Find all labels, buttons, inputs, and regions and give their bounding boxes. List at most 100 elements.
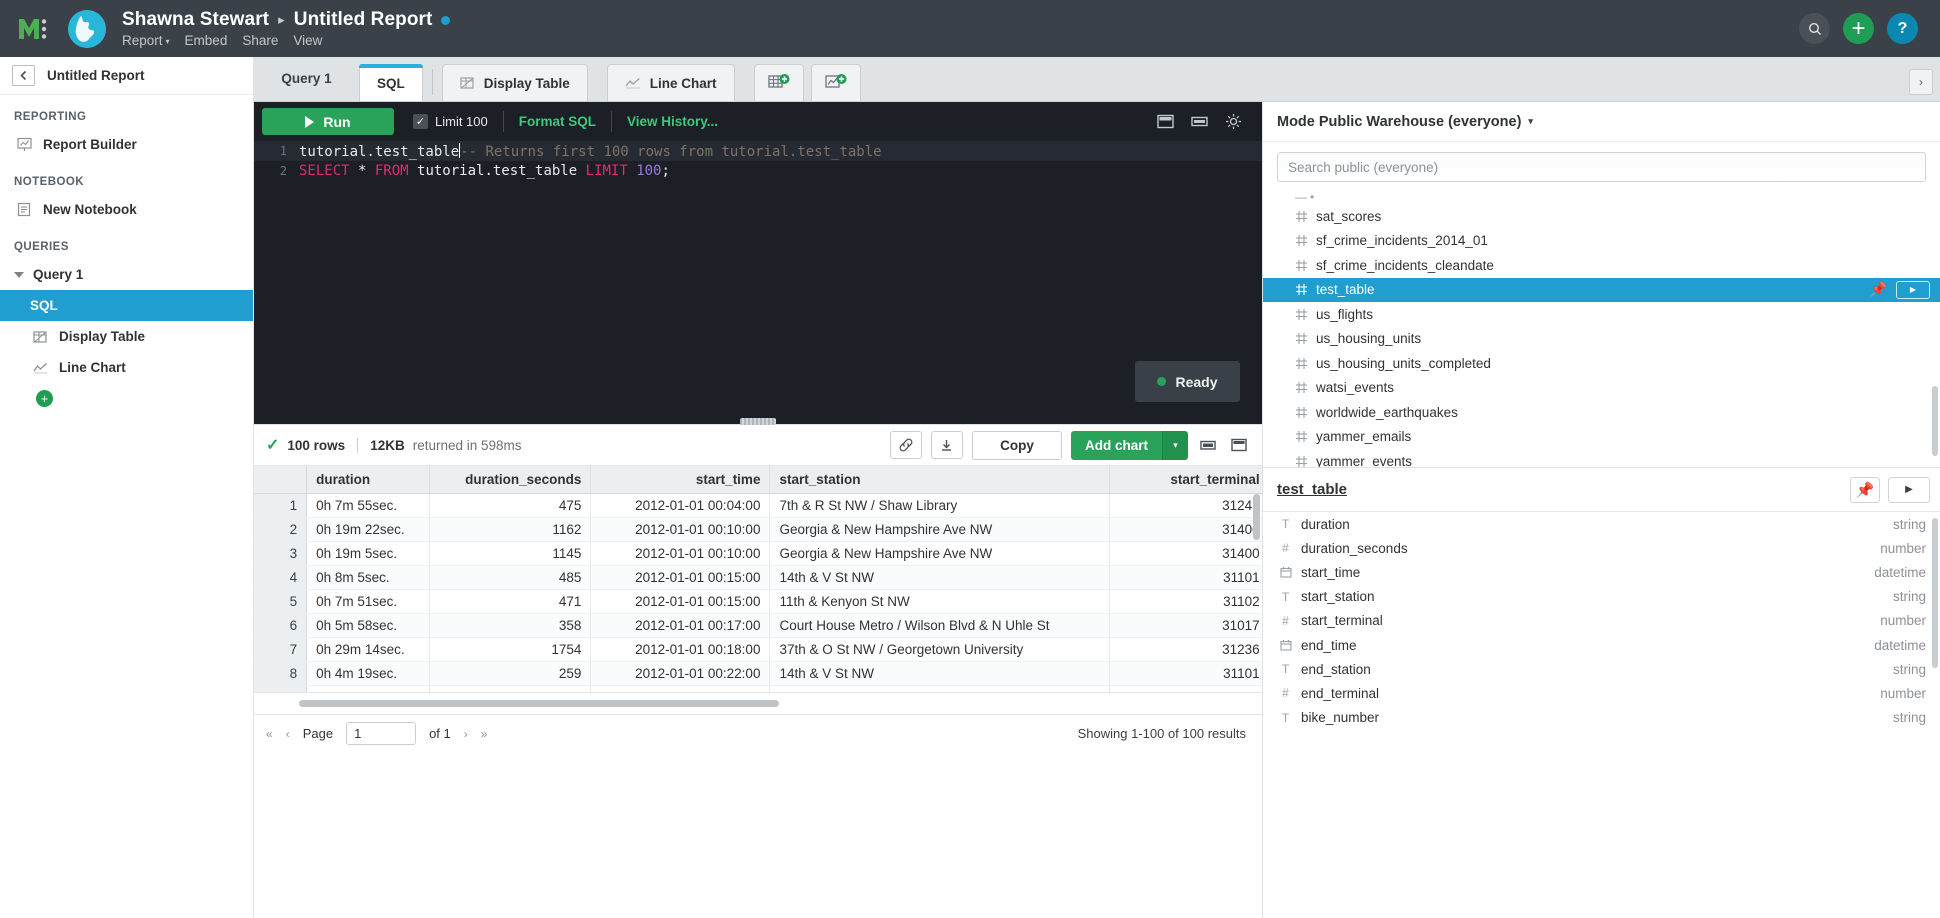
add-chart-button[interactable]: Add chart bbox=[1070, 430, 1162, 460]
tab-sql[interactable]: SQL bbox=[359, 64, 423, 101]
table-row[interactable] bbox=[254, 685, 1262, 692]
chevron-down-icon[interactable]: ▾ bbox=[1162, 430, 1188, 460]
table-row[interactable]: 2 0h 19m 22sec. 1162 2012-01-01 00:10:00… bbox=[254, 517, 1262, 542]
pin-icon[interactable]: 📌 bbox=[1870, 281, 1887, 298]
schema-table-name[interactable]: test_table bbox=[1277, 481, 1347, 498]
tab-display-table[interactable]: Display Table bbox=[441, 64, 588, 101]
sidebar-item-report-builder[interactable]: Report Builder bbox=[0, 129, 253, 160]
schema-scrollbar[interactable] bbox=[1932, 518, 1938, 668]
column-header-start-terminal[interactable]: start_terminal bbox=[1109, 466, 1262, 494]
table-horizontal-scrollbar[interactable] bbox=[299, 700, 779, 707]
table-list-item[interactable]: us_housing_units_completed bbox=[1263, 351, 1940, 376]
schema-column-row[interactable]: # duration_seconds number bbox=[1263, 536, 1940, 560]
table-list-item[interactable]: sf_crime_incidents_cleandate bbox=[1263, 253, 1940, 278]
schema-column-row[interactable]: # start_terminal number bbox=[1263, 609, 1940, 633]
table-list-item[interactable]: yammer_emails bbox=[1263, 425, 1940, 450]
help-icon[interactable]: ? bbox=[1887, 13, 1918, 44]
limit-label: Limit 100 bbox=[435, 114, 488, 129]
next-page-button[interactable]: › bbox=[464, 727, 468, 741]
last-page-button[interactable]: » bbox=[481, 727, 488, 741]
table-list-item[interactable]: us_housing_units bbox=[1263, 327, 1940, 352]
schema-column-row[interactable]: end_time datetime bbox=[1263, 633, 1940, 657]
table-list-item[interactable]: yammer_events bbox=[1263, 449, 1940, 467]
menu-report[interactable]: Report ▾ bbox=[122, 33, 170, 48]
sidebar-query-1[interactable]: Query 1 bbox=[0, 259, 253, 290]
schema-column-row[interactable]: T duration string bbox=[1263, 512, 1940, 536]
number-icon: # bbox=[1282, 541, 1289, 556]
search-icon[interactable] bbox=[1799, 13, 1830, 44]
column-header-start-station[interactable]: start_station bbox=[769, 466, 1110, 494]
page-title[interactable]: Untitled Report bbox=[294, 9, 433, 31]
menu-share[interactable]: Share bbox=[242, 33, 278, 48]
cell-duration: 0h 19m 5sec. bbox=[306, 541, 431, 566]
cell-duration-seconds: 1754 bbox=[429, 637, 592, 662]
menu-embed[interactable]: Embed bbox=[185, 33, 228, 48]
pin-icon[interactable]: 📌 bbox=[1850, 476, 1880, 503]
view-history-button[interactable]: View History... bbox=[627, 114, 718, 129]
sidebar-item-display-table[interactable]: Display Table bbox=[0, 321, 253, 352]
run-button[interactable]: Run bbox=[262, 108, 394, 135]
play-icon[interactable]: ▶ bbox=[1896, 280, 1930, 299]
table-row[interactable]: 8 0h 4m 19sec. 259 2012-01-01 00:22:00 1… bbox=[254, 661, 1262, 686]
table-row[interactable]: 5 0h 7m 51sec. 471 2012-01-01 00:15:00 1… bbox=[254, 589, 1262, 614]
table-row[interactable]: 4 0h 8m 5sec. 485 2012-01-01 00:15:00 14… bbox=[254, 565, 1262, 590]
table-list-item[interactable]: sat_scores bbox=[1263, 204, 1940, 229]
table-row[interactable]: 6 0h 5m 58sec. 358 2012-01-01 00:17:00 C… bbox=[254, 613, 1262, 638]
first-page-button[interactable]: « bbox=[266, 727, 273, 741]
gear-icon[interactable] bbox=[1225, 113, 1242, 130]
download-icon[interactable] bbox=[930, 431, 963, 459]
schema-column-row[interactable]: T start_station string bbox=[1263, 585, 1940, 609]
column-header-start-time[interactable]: start_time bbox=[590, 466, 771, 494]
table-row[interactable]: 1 0h 7m 55sec. 475 2012-01-01 00:04:00 7… bbox=[254, 493, 1262, 518]
schema-column-row[interactable]: T bike_number string bbox=[1263, 706, 1940, 730]
table-row[interactable]: 7 0h 29m 14sec. 1754 2012-01-01 00:18:00… bbox=[254, 637, 1262, 662]
table-list-item[interactable]: sf_crime_incidents_2014_01 bbox=[1263, 229, 1940, 254]
maximize-icon[interactable] bbox=[1228, 438, 1250, 452]
limit-checkbox[interactable]: ✓ Limit 100 bbox=[413, 114, 488, 129]
column-header-duration-seconds[interactable]: duration_seconds bbox=[429, 466, 592, 494]
add-chart-button[interactable] bbox=[810, 64, 861, 101]
panel-bottom-icon[interactable] bbox=[1191, 114, 1208, 129]
number-icon: # bbox=[1282, 686, 1289, 701]
page-input[interactable]: 1 bbox=[346, 722, 417, 745]
sidebar-item-sql[interactable]: SQL bbox=[0, 290, 253, 321]
add-table-button[interactable] bbox=[753, 64, 804, 101]
owner-name[interactable]: Shawna Stewart bbox=[122, 9, 269, 31]
tab-line-chart[interactable]: Line Chart bbox=[606, 64, 735, 101]
schema-column-row[interactable]: T end_station string bbox=[1263, 657, 1940, 681]
menu-view[interactable]: View bbox=[293, 33, 322, 48]
column-name: duration_seconds bbox=[1301, 540, 1408, 556]
tab-query-1[interactable]: Query 1 bbox=[254, 56, 359, 101]
prev-page-button[interactable]: ‹ bbox=[286, 727, 290, 741]
search-input[interactable]: Search public (everyone) bbox=[1277, 152, 1926, 182]
table-list-item[interactable]: worldwide_earthquakes bbox=[1263, 400, 1940, 425]
editor-resize-handle[interactable] bbox=[254, 415, 1262, 427]
schema-column-row[interactable]: # end_terminal number bbox=[1263, 681, 1940, 705]
collapse-sidebar-button[interactable] bbox=[12, 65, 35, 86]
drag-grip-icon bbox=[740, 417, 776, 425]
mode-logo[interactable] bbox=[0, 0, 66, 57]
table-list-scrollbar[interactable] bbox=[1932, 386, 1938, 456]
add-icon[interactable]: + bbox=[1843, 13, 1874, 44]
schema-column-row[interactable]: start_time datetime bbox=[1263, 560, 1940, 584]
sidebar-item-line-chart[interactable]: Line Chart bbox=[0, 352, 253, 383]
table-list-item[interactable]: us_flights bbox=[1263, 302, 1940, 327]
sidebar-add-query-button[interactable]: + bbox=[0, 390, 253, 407]
table-vertical-scrollbar[interactable] bbox=[1253, 494, 1260, 540]
link-icon[interactable] bbox=[889, 431, 922, 459]
tabs-scroll-right-button[interactable]: › bbox=[1909, 69, 1933, 95]
column-header-duration[interactable]: duration bbox=[306, 466, 431, 494]
copy-button[interactable]: Copy bbox=[971, 430, 1062, 460]
table-list-item[interactable]: watsi_events bbox=[1263, 376, 1940, 401]
avatar[interactable] bbox=[68, 9, 106, 48]
divider bbox=[357, 437, 359, 453]
play-icon[interactable]: ▶ bbox=[1888, 476, 1930, 503]
table-row[interactable]: 3 0h 19m 5sec. 1145 2012-01-01 00:10:00 … bbox=[254, 541, 1262, 566]
sql-code[interactable]: 1 tutorial.test_table-- Returns first 10… bbox=[254, 141, 1262, 181]
sidebar-item-new-notebook[interactable]: New Notebook bbox=[0, 194, 253, 225]
minimize-icon[interactable] bbox=[1197, 438, 1219, 452]
panel-right-icon[interactable] bbox=[1157, 114, 1174, 129]
table-list-item-selected[interactable]: test_table 📌 ▶ bbox=[1263, 277, 1940, 302]
warehouse-selector[interactable]: Mode Public Warehouse (everyone) ▾ bbox=[1263, 102, 1940, 142]
format-sql-button[interactable]: Format SQL bbox=[519, 114, 596, 129]
